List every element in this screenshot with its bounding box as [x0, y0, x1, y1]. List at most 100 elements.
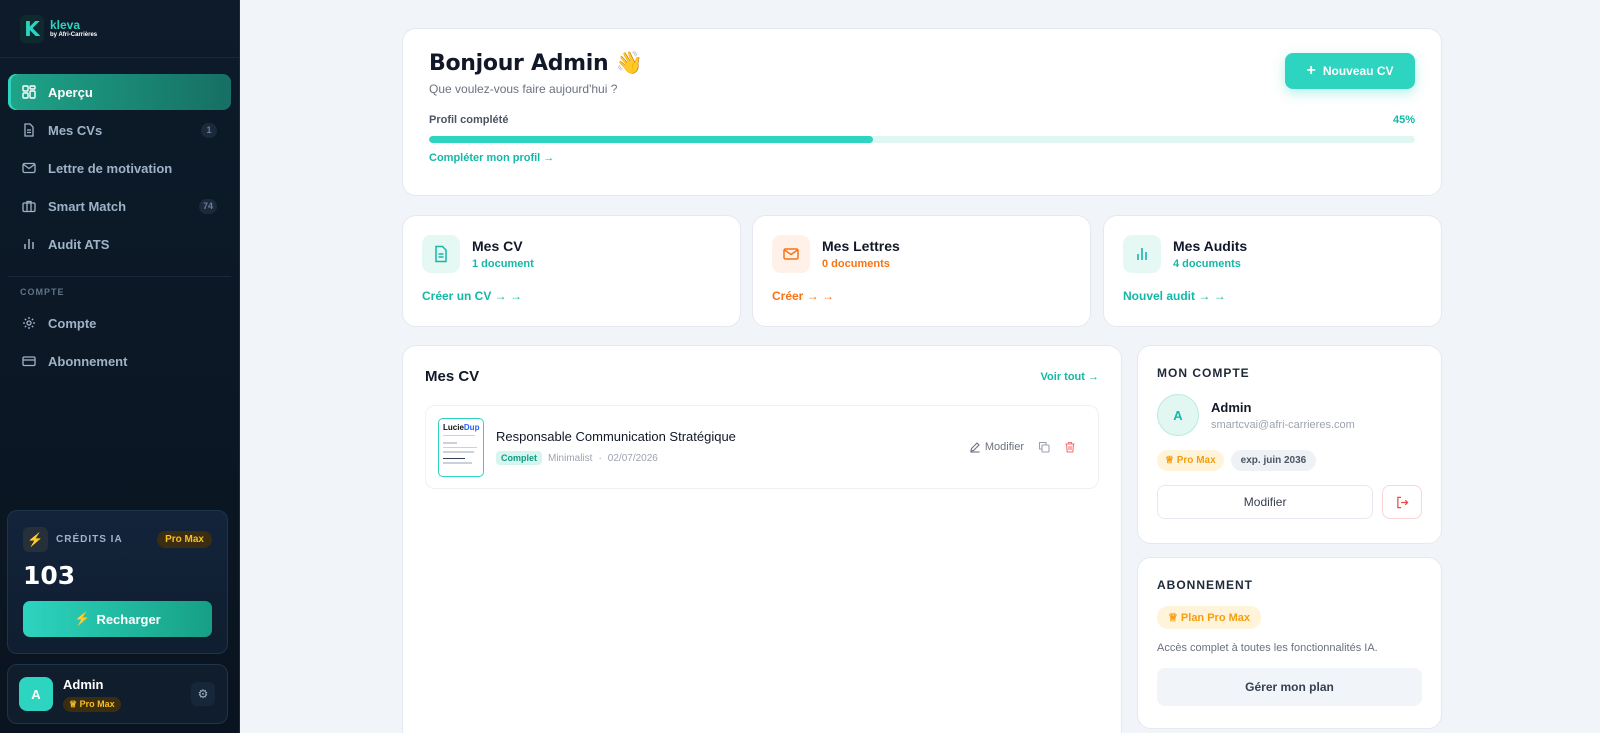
new-audit-link[interactable]: Nouvel audit → →: [1123, 289, 1422, 303]
duplicate-button[interactable]: [1038, 441, 1050, 453]
brand-subtitle: by Afri-Carrières: [50, 32, 98, 38]
create-cv-link[interactable]: Créer un CV → →: [422, 289, 721, 303]
sidebar-item-smart-match[interactable]: Smart Match 74: [8, 188, 231, 224]
progress-percent: 45%: [1392, 114, 1415, 126]
credits-panel: ⚡ CRÉDITS IA Pro Max 103 ⚡ Recharger: [7, 510, 228, 654]
section-label: COMPTE: [20, 287, 65, 297]
avatar: A: [19, 677, 53, 711]
sidebar-item-compte[interactable]: Compte: [8, 305, 231, 341]
account-card: MON COMPTE A Admin smartcvai@afri-carrie…: [1137, 345, 1442, 544]
sidebar-item-audit-ats[interactable]: Audit ATS: [8, 226, 231, 262]
page-title: Bonjour Admin 👋: [429, 51, 643, 76]
crown-icon: ♕: [1165, 455, 1177, 466]
logout-icon: [1396, 496, 1409, 508]
cv-date: 02/07/2026: [607, 452, 658, 464]
stat-card-audits: Mes Audits 4 documents Nouvel audit → →: [1103, 215, 1442, 327]
edit-button[interactable]: Modifier: [969, 441, 1024, 453]
sidebar-item-apercu[interactable]: Aperçu: [8, 74, 231, 110]
credits-label: CRÉDITS IA: [56, 534, 123, 545]
welcome-card: Bonjour Admin 👋 Que voulez-vous faire au…: [402, 28, 1442, 196]
arrow-right-icon: →: [1088, 370, 1099, 383]
account-nav: Compte Abonnement: [0, 301, 239, 379]
cv-template: Minimalist: [548, 452, 593, 464]
create-letter-link[interactable]: Créer → →: [772, 289, 1071, 303]
progress-fill: [429, 136, 873, 143]
edit-icon: [970, 442, 980, 453]
trash-icon: [1065, 441, 1075, 453]
see-all-link[interactable]: Voir tout →: [1041, 371, 1099, 383]
crown-icon: ♕: [69, 698, 80, 709]
user-name: Admin: [63, 676, 104, 692]
sidebar-item-label: Audit ATS: [48, 236, 110, 252]
crown-icon: ♕: [1168, 612, 1181, 624]
logout-button[interactable]: [1382, 485, 1422, 519]
stat-count: 0 documents: [822, 258, 890, 270]
cv-thumbnail[interactable]: LucieDup: [438, 417, 484, 477]
section-title: ABONNEMENT: [1157, 578, 1253, 592]
sidebar-item-label: Mes CVs: [48, 122, 103, 138]
bar-chart-icon: [22, 237, 36, 251]
complete-profile-link[interactable]: Compléter mon profil →: [429, 152, 1415, 164]
delete-button[interactable]: [1064, 441, 1076, 453]
stat-card-cv: Mes CV 1 document Créer un CV → →: [402, 215, 741, 327]
sidebar-item-abonnement[interactable]: Abonnement: [8, 343, 231, 379]
edit-account-button[interactable]: Modifier: [1157, 485, 1374, 519]
sidebar-item-label: Lettre de motivation: [48, 160, 173, 176]
new-cv-button[interactable]: + Nouveau CV: [1285, 53, 1415, 89]
cv-title: Responsable Communication Stratégique: [496, 429, 736, 444]
sidebar-item-label: Compte: [48, 315, 97, 331]
account-email: smartcvai@afri-carrieres.com: [1211, 418, 1355, 431]
page-subtitle: Que voulez-vous faire aujourd'hui ?: [429, 82, 618, 96]
stat-card-letters: Mes Lettres 0 documents Créer → →: [752, 215, 1091, 327]
sidebar-item-label: Smart Match: [48, 198, 127, 214]
plan-badge: ♕ Pro Max: [63, 696, 121, 712]
bolt-icon: ⚡: [23, 527, 48, 552]
file-icon: [422, 235, 460, 273]
briefcase-icon: [22, 199, 36, 213]
arrow-right-icon: →: [1213, 289, 1226, 303]
stat-title: Mes Lettres: [822, 238, 900, 254]
bolt-icon: ⚡: [74, 611, 91, 626]
brand-logo-icon: K: [20, 14, 44, 43]
sidebar-item-label: Abonnement: [48, 353, 128, 369]
brand-name: kleva: [50, 18, 81, 32]
copy-icon: [1038, 441, 1050, 453]
sidebar-item-mes-cvs[interactable]: Mes CVs 1: [8, 112, 231, 148]
plus-icon: +: [1306, 62, 1316, 79]
credits-value: 103: [23, 561, 76, 590]
credit-card-icon: [22, 354, 36, 368]
gear-icon[interactable]: ⚙: [191, 682, 215, 706]
profile-progress-bar: [429, 136, 1415, 143]
plan-badge: Pro Max: [157, 531, 212, 548]
sidebar-nav: Aperçu Mes CVs 1 Lettre de motivation Sm…: [0, 58, 239, 262]
brand[interactable]: K kleva by Afri-Carrières: [0, 0, 239, 58]
arrow-right-icon: →: [510, 289, 523, 303]
recharge-button[interactable]: ⚡ Recharger: [23, 601, 212, 637]
count-badge: 1: [201, 122, 217, 138]
sidebar-item-lettre[interactable]: Lettre de motivation: [8, 150, 231, 186]
stat-count: 1 document: [472, 258, 534, 270]
stat-title: Mes CV: [472, 238, 523, 254]
cv-list-card: Mes CV Voir tout → LucieDup Responsable …: [402, 345, 1122, 733]
user-card[interactable]: A Admin ♕ Pro Max ⚙: [7, 664, 228, 724]
arrow-right-icon: →: [543, 152, 555, 164]
progress-label: Profil complété: [429, 114, 509, 126]
avatar: A: [1157, 394, 1199, 436]
section-title: Mes CV: [425, 368, 480, 385]
expiry-badge: exp. juin 2036: [1230, 450, 1317, 471]
plan-description: Accès complet à toutes les fonctionnalit…: [1157, 642, 1378, 654]
file-icon: [22, 123, 36, 137]
manage-plan-button[interactable]: Gérer mon plan: [1157, 668, 1422, 706]
subscription-card: ABONNEMENT ♕ Plan Pro Max Accès complet …: [1137, 557, 1442, 729]
list-item[interactable]: LucieDup Responsable Communication Strat…: [425, 405, 1099, 489]
mail-icon: [22, 161, 36, 175]
account-name: Admin: [1211, 399, 1252, 415]
sidebar: K kleva by Afri-Carrières Aperçu Mes CVs…: [0, 0, 240, 733]
count-badge: 74: [198, 198, 217, 214]
bar-chart-icon: [1123, 235, 1161, 273]
section-title: MON COMPTE: [1157, 366, 1250, 380]
status-badge: Complet: [496, 451, 542, 465]
stat-count: 4 documents: [1173, 258, 1241, 270]
plan-badge: ♕ Pro Max: [1157, 450, 1224, 471]
sidebar-item-label: Aperçu: [48, 84, 93, 100]
